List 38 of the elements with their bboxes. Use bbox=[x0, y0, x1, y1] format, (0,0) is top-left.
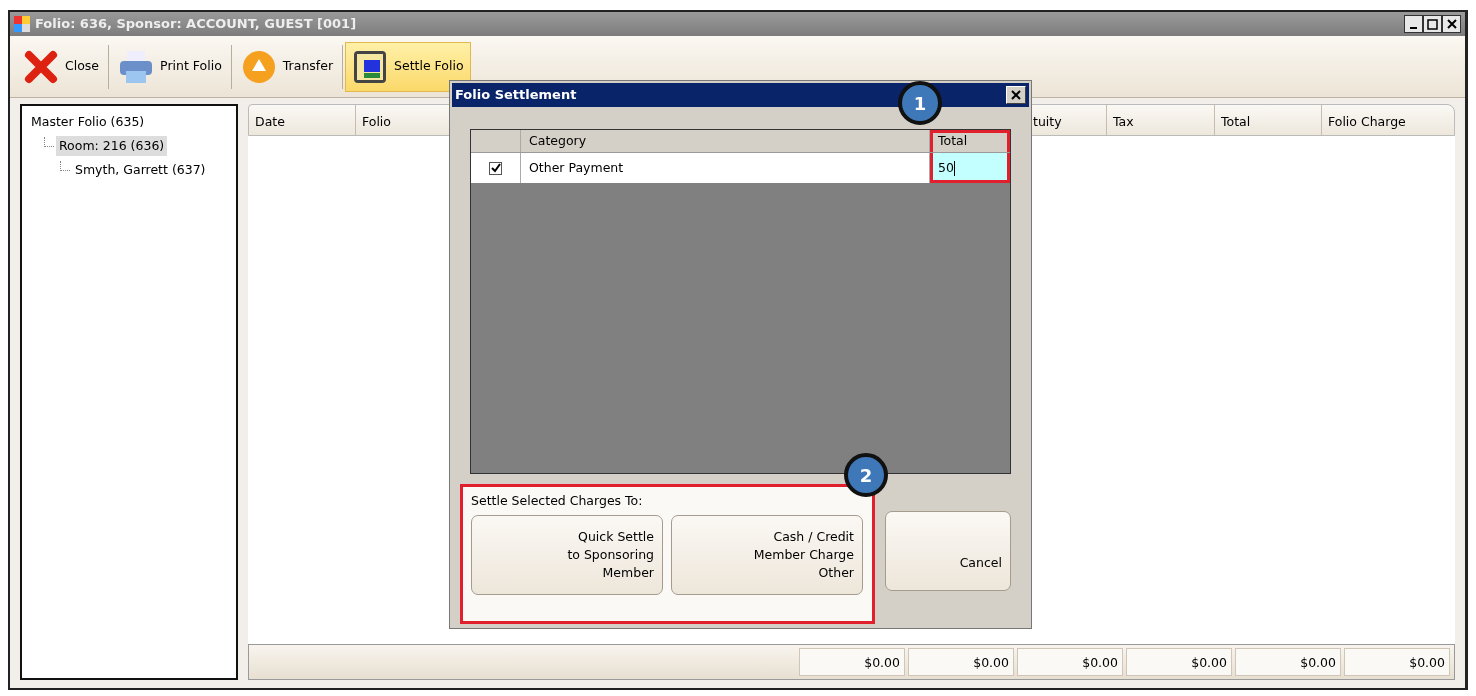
dialog-close-button[interactable] bbox=[1006, 86, 1026, 104]
window-title: Folio: 636, Sponsor: ACCOUNT, GUEST [001] bbox=[35, 15, 357, 34]
column-header[interactable]: Date bbox=[249, 105, 356, 135]
close-icon bbox=[1446, 19, 1457, 29]
tree-item[interactable]: Master Folio (635) bbox=[28, 111, 148, 133]
close-icon bbox=[1011, 90, 1021, 100]
total-cell: $0.00 bbox=[1017, 648, 1123, 676]
grid-icon bbox=[352, 48, 389, 85]
settle-button[interactable]: Quick Settle to Sponsoring Member bbox=[471, 514, 663, 595]
close-icon bbox=[23, 48, 59, 85]
tree-item[interactable]: Smyth, Garrett (637) bbox=[72, 159, 209, 181]
tree-item[interactable]: Room: 216 (636) bbox=[56, 135, 168, 157]
column-header[interactable]: Folio Charge bbox=[1322, 105, 1454, 135]
total-input[interactable]: 50 bbox=[930, 153, 1010, 183]
total-cell: $0.00 bbox=[1126, 648, 1232, 676]
minimize-button[interactable] bbox=[1404, 15, 1423, 33]
checkbox[interactable] bbox=[489, 161, 502, 175]
toolbar-button[interactable]: Print Folio bbox=[111, 41, 229, 92]
total-cell: $0.00 bbox=[908, 648, 1014, 676]
column-header[interactable]: Total bbox=[930, 130, 1010, 152]
transfer-icon bbox=[240, 48, 277, 85]
total-cell: $0.00 bbox=[1344, 648, 1450, 676]
total-cell: $0.00 bbox=[1235, 648, 1341, 676]
toolbar-button[interactable]: Transfer bbox=[233, 41, 341, 92]
toolbar-button[interactable]: Close bbox=[16, 41, 107, 92]
settle-button[interactable]: Cash / Credit Member Charge Other bbox=[671, 514, 863, 595]
maximize-button[interactable] bbox=[1423, 15, 1442, 33]
minimize-icon bbox=[1410, 27, 1417, 29]
printer-icon bbox=[118, 48, 155, 85]
column-header[interactable]: Category bbox=[521, 130, 930, 152]
maximize-icon bbox=[1427, 18, 1438, 30]
cancel-button[interactable]: Cancel bbox=[885, 511, 1011, 591]
column-header[interactable]: Tax bbox=[1107, 105, 1215, 135]
group-label: Settle Selected Charges To: bbox=[471, 492, 644, 510]
total-cell: $0.00 bbox=[799, 648, 905, 676]
close-button[interactable] bbox=[1442, 15, 1461, 33]
app-icon bbox=[14, 16, 30, 32]
column-header[interactable]: Total bbox=[1215, 105, 1322, 135]
